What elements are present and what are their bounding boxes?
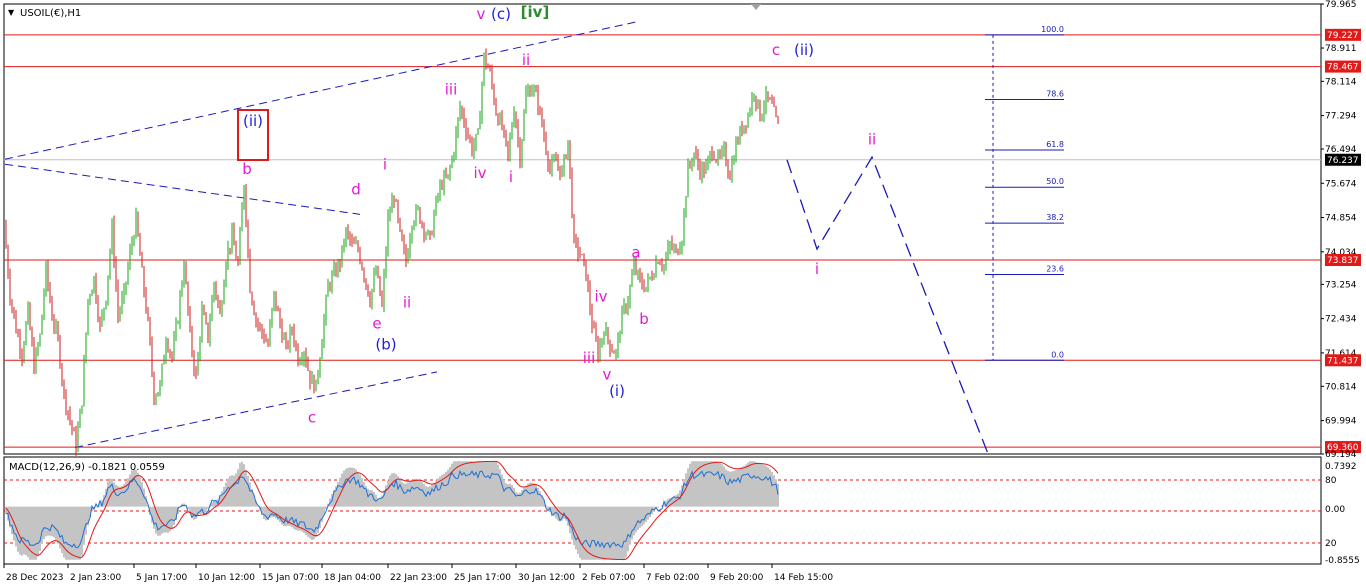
price-level-badge-label: 78.467 [1327,63,1359,73]
time-tick-label: 25 Jan 17:00 [454,573,511,583]
time-tick-label: 22 Jan 23:00 [390,573,447,583]
macd-tick-label: 20 [1325,539,1337,549]
price-tick-label: 78.911 [1325,44,1357,54]
price-level-badge-label: 71.437 [1327,356,1359,366]
price-tick-label: 74.854 [1325,214,1357,224]
macd-tick-label: 0.7392 [1325,462,1357,472]
wave-label: (ii) [243,112,263,130]
time-tick-label: 5 Jan 17:00 [136,573,188,583]
chart-window: 100.078.661.850.038.223.60.0 v (c) [iv]iii… [3,0,1361,583]
wave-label: (i) [609,382,625,400]
macd-title: MACD(12,26,9) -0.1821 0.0559 [9,462,165,473]
time-tick-label: 28 Dec 2023 [6,573,64,583]
wave-label: ii [522,51,530,69]
wave-label: b [242,160,252,178]
wave-label: (ii) [794,41,814,59]
time-tick-label: 15 Jan 07:00 [262,573,319,583]
wave-label: d [351,181,361,199]
time-tick-label: 9 Feb 20:00 [710,573,764,583]
wave-label: (b) [375,335,396,353]
price-tick-label: 78.114 [1325,77,1357,87]
chart-menu-arrow-icon[interactable]: ▼ [8,8,15,17]
wave-label: e [372,314,381,332]
fib-level-label: 61.8 [1046,140,1064,149]
wave-label: c [308,408,316,426]
wave-label: c [772,41,780,59]
wave-label: i [815,260,819,278]
time-tick-label: 30 Jan 12:00 [518,573,575,583]
wave-label: i [383,156,387,174]
price-level-badge-label: 73.837 [1327,256,1359,266]
time-tick-label: 7 Feb 02:00 [646,573,700,583]
wave-label: a [631,243,640,261]
price-tick-label: 69.194 [1325,450,1357,460]
price-panel [3,3,1322,455]
price-tick-label: 69.994 [1325,417,1357,427]
price-level-badge-label: 79.227 [1327,31,1359,41]
time-tick-label: 14 Feb 15:00 [774,573,833,583]
macd-tick-label: 80 [1325,476,1337,486]
fib-level-label: 78.6 [1046,89,1064,98]
price-tick-label: 72.434 [1325,315,1357,325]
price-tick-label: 79.965 [1325,0,1357,10]
current-price-badge-label: 76.237 [1327,156,1359,166]
fib-level-label: 0.0 [1051,350,1064,359]
time-tick-label: 2 Feb 07:00 [582,573,636,583]
wave-label: ii [868,131,876,149]
fib-level-label: 23.6 [1046,265,1064,274]
price-tick-label: 70.814 [1325,382,1357,392]
price-tick-label: 77.294 [1325,112,1357,122]
price-tick-label: 75.674 [1325,179,1357,189]
price-tick-label: 76.494 [1325,145,1357,155]
wave-label: ii [403,294,411,312]
wave-label: v [603,365,612,383]
wave-label: v [477,5,486,23]
wave-label: iv [594,287,607,305]
macd-tick-label: -0.8555 [1325,556,1360,566]
wave-label: iv [473,164,486,182]
wave-label: iii [583,349,596,367]
wave-label: b [639,310,649,328]
time-tick-label: 18 Jan 04:00 [324,573,381,583]
wave-label: [iv] [521,3,550,21]
fib-level-label: 50.0 [1046,177,1064,186]
time-tick-label: 10 Jan 12:00 [198,573,255,583]
wave-label: iii [445,80,458,98]
price-tick-label: 73.254 [1325,280,1357,290]
wave-label: (c) [491,5,511,23]
fib-level-label: 100.0 [1041,25,1064,34]
time-tick-label: 2 Jan 23:00 [70,573,122,583]
symbol-title: USOIL(€),H1 [20,8,81,19]
wave-label: i [509,168,513,186]
fib-level-label: 38.2 [1046,213,1064,222]
macd-tick-label: 0.00 [1325,505,1345,515]
